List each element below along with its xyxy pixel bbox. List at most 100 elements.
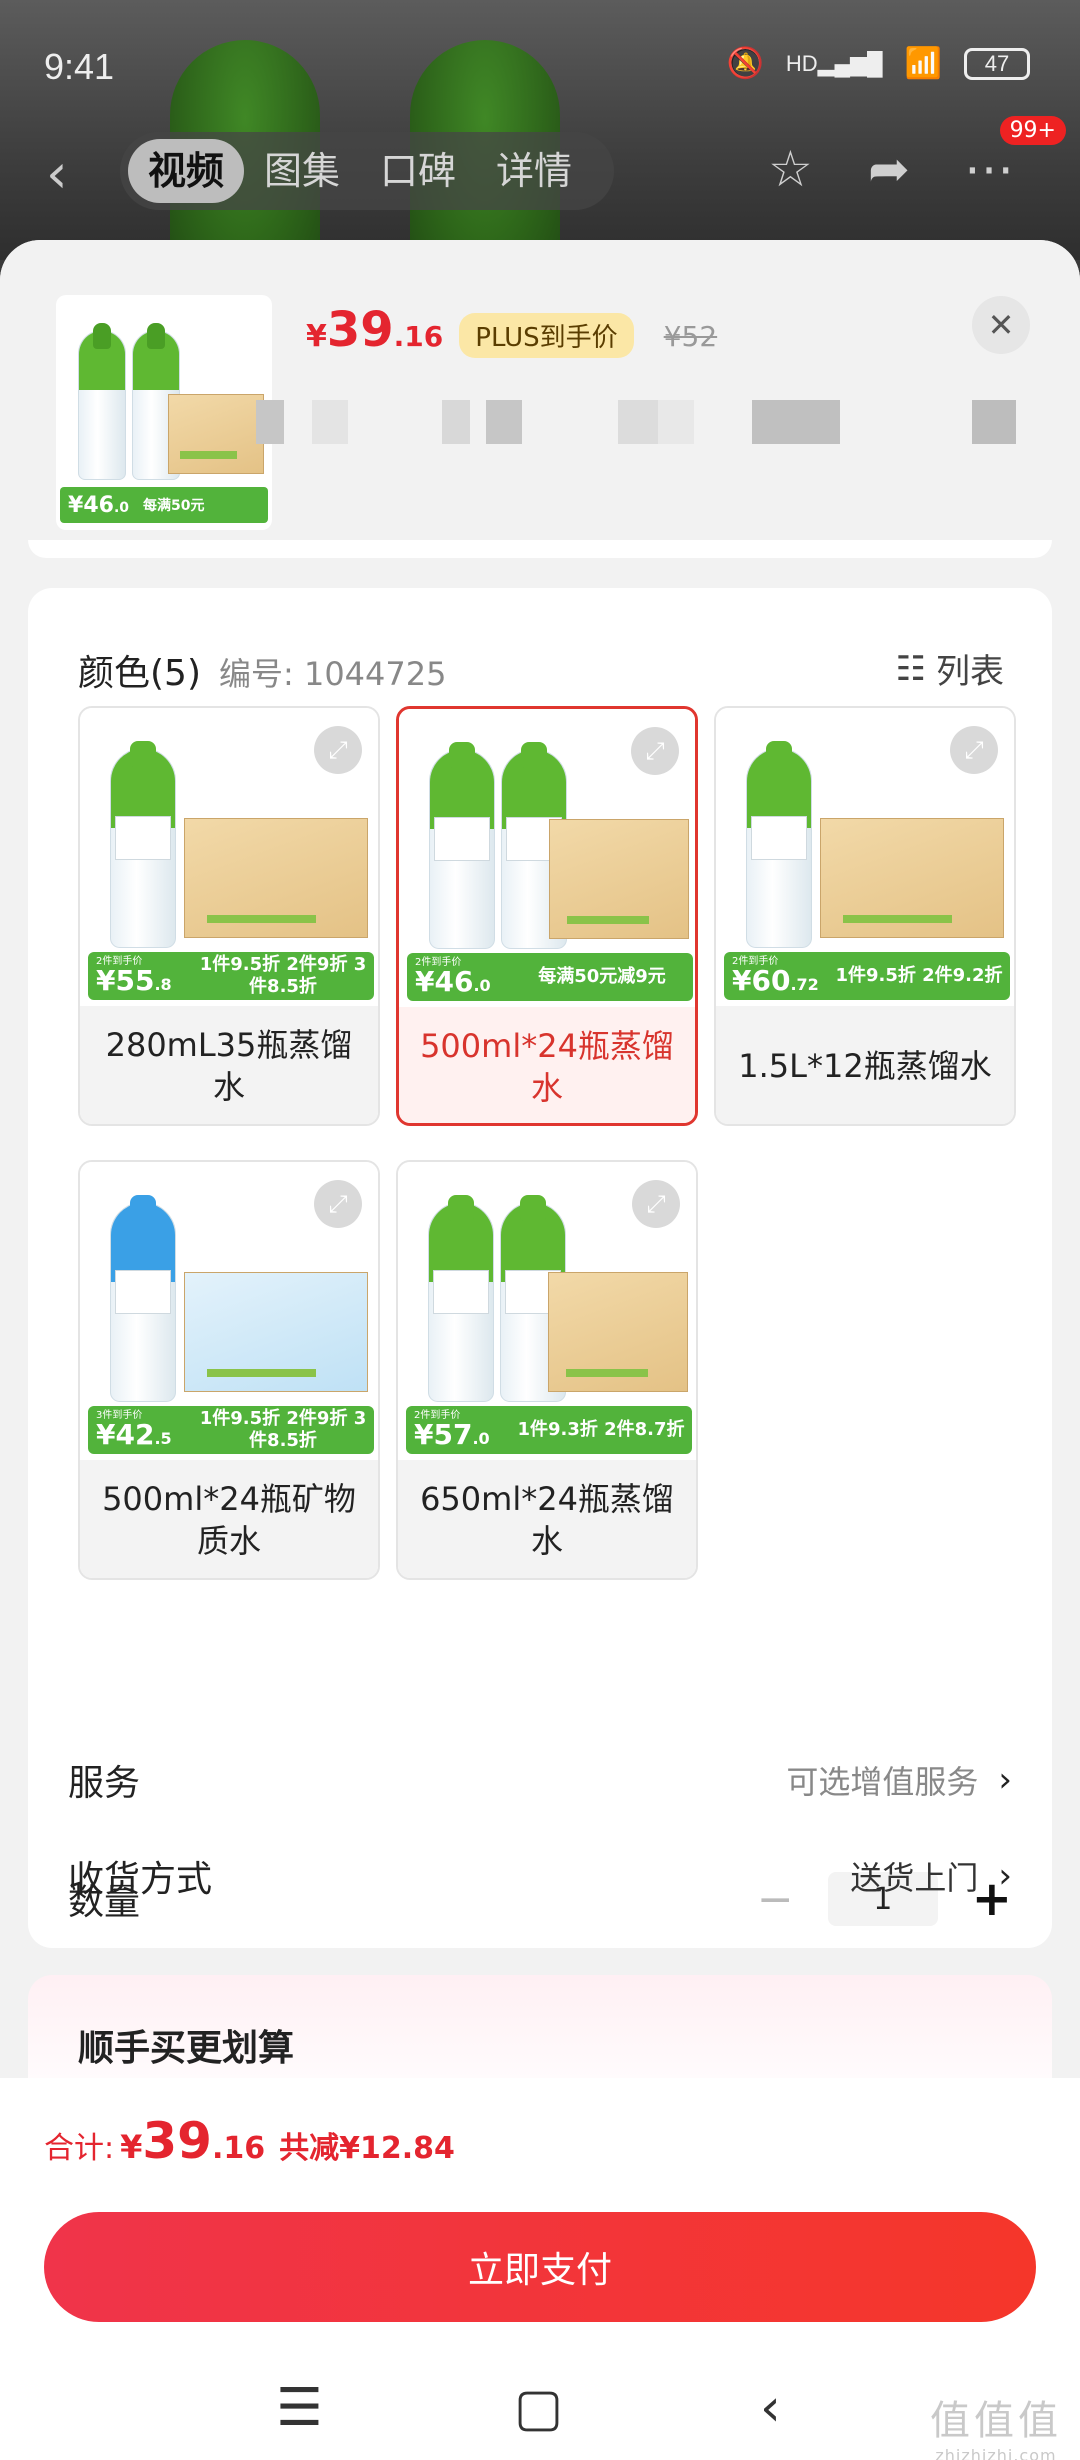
tab-details[interactable]: 详情 (476, 139, 592, 203)
menu-icon[interactable]: ☰ (276, 2378, 323, 2438)
cell-signal-icon: HD▂▄▆█ (785, 50, 883, 76)
media-tabs: 视频 图集 口碑 详情 (120, 132, 614, 210)
expand-icon[interactable]: ⤢ (314, 1180, 362, 1228)
blurred-info (256, 400, 1016, 446)
current-price: ¥39.16 (306, 302, 443, 358)
promo-text: 1件9.3折 2件8.7折 (517, 1418, 685, 1440)
option-label: 1.5L*12瓶蒸馏水 (716, 1006, 1014, 1124)
home-square-icon[interactable]: ▢ (514, 2378, 563, 2438)
list-view-toggle[interactable]: ☷ 列表 (896, 644, 1004, 693)
expand-icon[interactable]: ⤢ (314, 726, 362, 774)
wifi-icon: 📶 (904, 47, 942, 80)
pay-now-button[interactable]: 立即支付 (44, 2212, 1036, 2322)
watermark-sub: zhizhizhi.com (935, 2446, 1057, 2460)
expand-icon[interactable]: ⤢ (950, 726, 998, 774)
option-promo-band: 2件到手价 ¥60.72 1件9.5折 2件9.2折 (724, 952, 1010, 1000)
color-option-card[interactable]: ⤢ 3件到手价 ¥42.5 1件9.5折 2件9折 3件8.5折 500ml*24瓶矿物… (78, 1160, 380, 1580)
signal-label: HD (785, 50, 818, 76)
plus-price-tag: PLUS到手价 (459, 313, 634, 358)
chevron-right-icon: › (998, 1760, 1012, 1800)
sku-number: 编号: 1044725 (219, 655, 447, 693)
delivery-value-text: 送货上门 (850, 1859, 979, 1897)
price-int: 39 (326, 302, 394, 358)
tab-gallery[interactable]: 图集 (244, 139, 360, 203)
promo-price: 2件到手价 ¥60.72 (724, 957, 828, 995)
promo-price-dec: .0 (473, 976, 491, 995)
color-title: 颜色(5) (78, 653, 201, 694)
watermark-text: 值值值 (930, 2398, 1062, 2444)
status-time: 9:41 (44, 46, 115, 87)
color-option-card[interactable]: ⤢ 2件到手价 ¥46.0 每满50元减9元 500ml*24瓶蒸馏水 (396, 706, 698, 1126)
list-label: 列表 (936, 652, 1004, 692)
close-icon[interactable]: ✕ (972, 296, 1030, 354)
promo-price-int: 42 (115, 1418, 155, 1451)
list-icon: ☷ (895, 648, 926, 689)
service-value-text: 可选增值服务 (786, 1763, 979, 1801)
mute-icon: 🔕 (726, 47, 764, 80)
tab-reviews[interactable]: 口碑 (360, 139, 476, 203)
promo-price-dec: .0 (472, 1429, 490, 1448)
product-thumbnail: ¥46.0 每满50元 (56, 295, 272, 530)
back-arrow-icon[interactable]: ‹ (46, 142, 68, 205)
option-promo-band: 2件到手价 ¥55.8 1件9.5折 2件9折 3件8.5折 (88, 952, 374, 1000)
message-badge: 99+ (999, 116, 1066, 145)
promo-price: 3件到手价 ¥42.5 (88, 1411, 192, 1449)
option-product-image: ⤢ 2件到手价 ¥57.0 1件9.3折 2件8.7折 (398, 1162, 696, 1462)
favorite-star-icon[interactable]: ☆ (768, 140, 813, 198)
chevron-right-icon: › (998, 1856, 1012, 1896)
total-currency: ¥ (120, 2128, 143, 2166)
original-price: ¥52 (663, 320, 718, 353)
bottle-illustration (110, 741, 176, 948)
bottle-illustration (110, 1195, 176, 1402)
delivery-row[interactable]: 收货方式 送货上门 › (68, 1836, 1012, 1916)
thumb-promo-dec: .0 (113, 499, 129, 516)
thumb-promo-text: 每满50元 (143, 498, 205, 514)
thumb-promo-price-wrap: ¥46.0 (68, 492, 129, 518)
option-label: 280mL35瓶蒸馏水 (80, 1006, 378, 1124)
system-nav-bar: ☰ ▢ ‹ (0, 2378, 1080, 2460)
bottle-illustration (746, 741, 812, 948)
expand-icon[interactable]: ⤢ (632, 1180, 680, 1228)
carton-illustration (184, 1272, 368, 1392)
promo-text: 1件9.5折 2件9折 3件8.5折 (199, 1407, 367, 1452)
header-divider (28, 540, 1052, 558)
more-icon[interactable]: ⋯ (964, 140, 1014, 198)
promo-price: 2件到手价 ¥55.8 (88, 957, 192, 995)
promo-price-dec: .72 (790, 975, 819, 994)
color-option-card[interactable]: ⤢ 2件到手价 ¥55.8 1件9.5折 2件9折 3件8.5折 280mL35瓶蒸馏水 (78, 706, 380, 1126)
delivery-label: 收货方式 (68, 1859, 213, 1900)
price-line: ¥39.16 PLUS到手价 ¥52 (306, 302, 717, 358)
promo-price-int: 46 (434, 965, 474, 998)
carton-illustration (820, 818, 1004, 938)
service-row-content[interactable]: 服务 可选增值服务 › (68, 1740, 1012, 1820)
promo-price: 2件到手价 ¥46.0 (407, 958, 511, 996)
share-icon[interactable]: ➦ (868, 140, 910, 198)
total-line: 合计: ¥ 39 .16 共减¥12.84 (44, 2112, 455, 2170)
promo-price: 2件到手价 ¥57.0 (406, 1411, 510, 1449)
battery-icon: 47 (964, 47, 1030, 80)
promo-price-dec: .5 (154, 1429, 172, 1448)
color-section-header: 颜色(5) 编号: 1044725 (78, 644, 446, 696)
status-bar: 9:41 🔕 HD▂▄▆█ 📶 47 (0, 0, 1080, 130)
thumb-promo-price: 46 (83, 492, 114, 518)
product-header: ¥46.0 每满50元 ¥39.16 PLUS到手价 ¥52 ✕ (0, 240, 1080, 540)
promo-text: 1件9.5折 2件9.2折 (835, 964, 1003, 986)
carton-illustration (549, 819, 689, 939)
promo-price-int: 55 (115, 964, 155, 997)
promo-price-int: 60 (751, 964, 791, 997)
total-discount: 共减¥12.84 (279, 2131, 455, 2166)
promo-price-int: 57 (433, 1418, 473, 1451)
promo-price-dec: .8 (154, 975, 172, 994)
color-option-card[interactable]: ⤢ 2件到手价 ¥60.72 1件9.5折 2件9.2折 1.5L*12瓶蒸馏水 (714, 706, 1016, 1126)
option-promo-band: 2件到手价 ¥57.0 1件9.3折 2件8.7折 (406, 1406, 692, 1454)
system-back-icon[interactable]: ‹ (760, 2378, 781, 2438)
service-value: 可选增值服务 › (786, 1757, 1012, 1803)
option-promo-band: 2件到手价 ¥46.0 每满50元减9元 (407, 953, 693, 1001)
tab-video[interactable]: 视频 (128, 139, 245, 203)
expand-icon[interactable]: ⤢ (631, 727, 679, 775)
thumb-box (168, 394, 264, 474)
upsell-title: 顺手买更划算 (78, 2028, 295, 2069)
watermark: 值值值 zhizhizhi.com (930, 2388, 1062, 2460)
color-option-card[interactable]: ⤢ 2件到手价 ¥57.0 1件9.3折 2件8.7折 650ml*24瓶蒸馏水 (396, 1160, 698, 1580)
option-label: 500ml*24瓶蒸馏水 (399, 1007, 695, 1123)
